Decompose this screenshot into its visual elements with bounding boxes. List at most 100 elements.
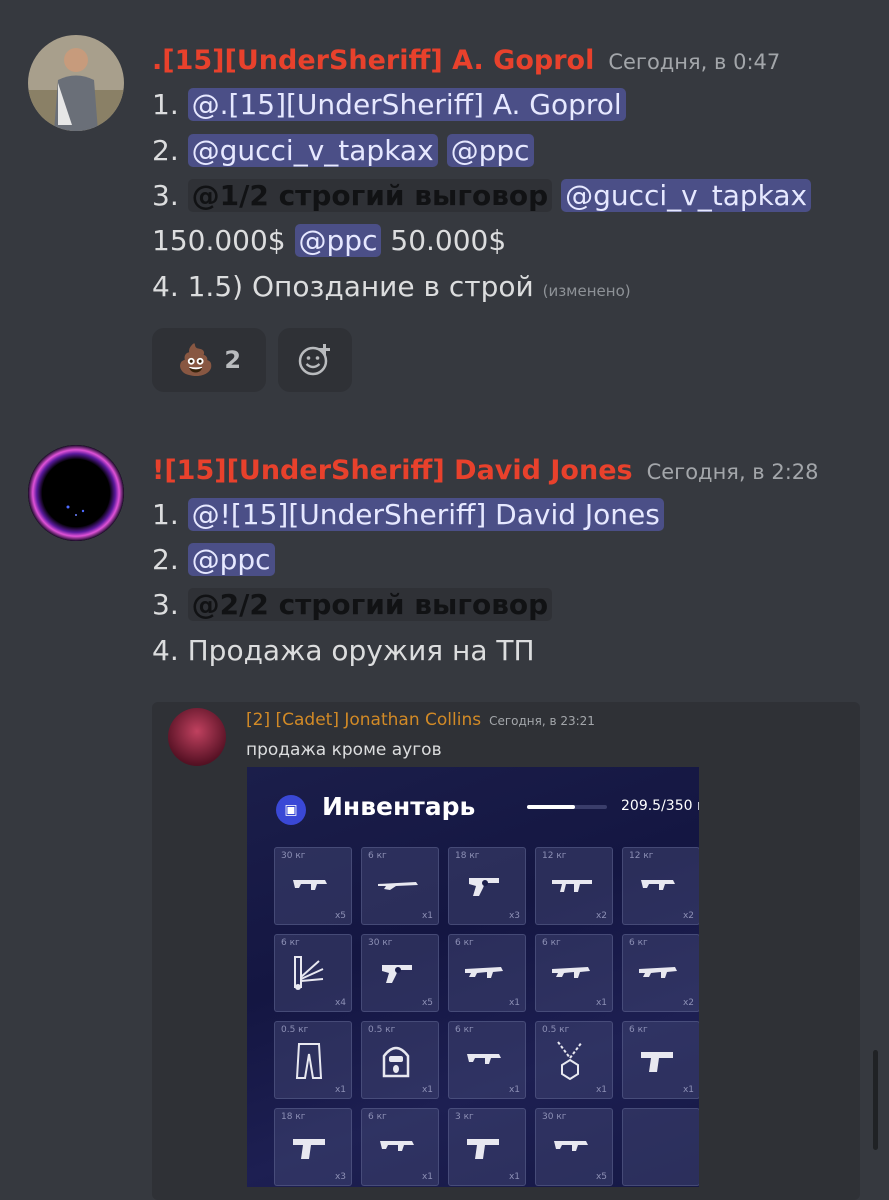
inventory-slot: 6 кг x2 — [622, 934, 699, 1012]
attached-image[interactable]: [2] [Cadet] Jonathan Collins Сегодня, в 2… — [152, 702, 860, 1200]
add-reaction-icon — [298, 344, 330, 376]
slot-quantity: x2 — [682, 998, 694, 1008]
slot-quantity: x1 — [682, 1085, 694, 1095]
slot-quantity: x3 — [334, 1172, 346, 1182]
slot-weight: 6 кг — [455, 938, 474, 948]
message-line: 3. @2/2 строгий выговор — [152, 588, 553, 621]
smg-icon — [554, 1141, 588, 1151]
inventory-slot: 6 кг x1 — [361, 847, 439, 925]
inventory-slot: 6 кг x1 — [448, 1021, 526, 1099]
weight-bar — [527, 805, 607, 809]
slot-weight: 18 кг — [455, 851, 480, 861]
smg-icon — [641, 880, 675, 890]
slot-quantity: x1 — [595, 998, 607, 1008]
message-line: 4. 1.5) Опоздание в строй (изменено) — [152, 270, 631, 303]
slot-quantity: x5 — [595, 1172, 607, 1182]
avatar[interactable] — [28, 445, 124, 541]
user-mention[interactable]: @ppc — [187, 543, 275, 576]
weight-bar-fill — [527, 805, 575, 809]
poop-emoji-icon: 💩 — [176, 342, 215, 378]
message-line: 1. @![15][UnderSheriff] David Jones — [152, 498, 664, 531]
message-line: 1. @.[15][UnderSheriff] A. Goprol — [152, 88, 626, 121]
slot-quantity: x5 — [421, 998, 433, 1008]
inventory-slot: 6 кг x1 — [622, 1021, 699, 1099]
slot-weight: 30 кг — [281, 851, 306, 861]
slot-quantity: x1 — [421, 911, 433, 921]
slot-weight: 0.5 кг — [542, 1025, 570, 1035]
necklace-icon — [557, 1041, 583, 1080]
reaction-poop[interactable]: 💩 2 — [152, 328, 266, 392]
username[interactable]: ![15][UnderSheriff] David Jones — [152, 455, 633, 486]
inventory-slot: 18 кг x3 — [274, 1108, 352, 1186]
message-header: .[15][UnderSheriff] A. Goprol Сегодня, в … — [152, 45, 780, 76]
revolver-icon — [469, 878, 499, 896]
message-header: ![15][UnderSheriff] David Jones Сегодня, … — [152, 455, 819, 486]
slot-quantity: x1 — [508, 1172, 520, 1182]
pistol-icon — [641, 1052, 673, 1072]
inventory-slot: 3 кг x1 — [448, 1108, 526, 1186]
pistol-icon — [467, 1139, 499, 1159]
rifle-icon — [378, 882, 418, 890]
username[interactable]: .[15][UnderSheriff] A. Goprol — [152, 45, 594, 76]
user-mention[interactable]: @ppc — [294, 224, 382, 257]
pistol-icon — [293, 1139, 325, 1159]
message-line: 3. @1/2 строгий выговор @gucci_v_tapkax — [152, 179, 812, 212]
weight-label: 209.5/350 кг — [621, 798, 699, 814]
slot-weight: 12 кг — [629, 851, 654, 861]
slot-weight: 30 кг — [368, 938, 393, 948]
slot-quantity: x1 — [508, 1085, 520, 1095]
message-line: 2. @gucci_v_tapkax @ppc — [152, 134, 534, 167]
slot-quantity: x1 — [421, 1172, 433, 1182]
smg-icon — [293, 880, 327, 890]
slot-quantity: x2 — [682, 911, 694, 921]
slot-quantity: x4 — [334, 998, 346, 1008]
inventory-panel: ▣ Инвентарь 209.5/350 кг 30 кг x5 6 кг x1 18… — [247, 767, 699, 1187]
inventory-slot: 6 кг x1 — [535, 934, 613, 1012]
role-mention[interactable]: @2/2 строгий выговор — [187, 588, 553, 621]
timestamp: Сегодня, в 0:47 — [608, 50, 781, 74]
revolver-icon — [382, 965, 412, 983]
inventory-slot: 0.5 кг x1 — [361, 1021, 439, 1099]
user-mention[interactable]: @.[15][UnderSheriff] A. Goprol — [187, 88, 626, 121]
avatar[interactable] — [28, 35, 124, 131]
user-mention[interactable]: @gucci_v_tapkax — [187, 134, 438, 167]
slot-quantity: x5 — [334, 911, 346, 921]
slot-quantity: x1 — [334, 1085, 346, 1095]
slot-weight: 6 кг — [455, 1025, 474, 1035]
inventory-slot: 30 кг x5 — [361, 934, 439, 1012]
backpack-icon: ▣ — [276, 795, 306, 825]
user-mention[interactable]: @ppc — [446, 134, 534, 167]
slot-weight: 6 кг — [368, 1112, 387, 1122]
slot-weight: 12 кг — [542, 851, 567, 861]
mask-icon — [382, 1046, 410, 1078]
add-reaction-button[interactable] — [278, 328, 352, 392]
slot-quantity: x2 — [595, 911, 607, 921]
message-line: 150.000$ @ppc 50.000$ — [152, 224, 507, 257]
embed-author: [2] [Cadet] Jonathan Collins Сегодня, в 2… — [246, 710, 595, 730]
inventory-slot: 12 кг x2 — [622, 847, 699, 925]
slot-quantity: x3 — [508, 911, 520, 921]
user-mention[interactable]: @![15][UnderSheriff] David Jones — [187, 498, 664, 531]
slot-weight: 0.5 кг — [368, 1025, 396, 1035]
embed-text: продажа кроме аугов — [246, 740, 442, 760]
timestamp: Сегодня, в 2:28 — [646, 460, 819, 484]
pants-icon — [295, 1043, 323, 1079]
inventory-slot: 30 кг x5 — [535, 1108, 613, 1186]
user-mention[interactable]: @gucci_v_tapkax — [561, 179, 812, 212]
embed-timestamp: Сегодня, в 23:21 — [489, 714, 595, 728]
inventory-slot — [622, 1108, 699, 1186]
slot-weight: 18 кг — [281, 1112, 306, 1122]
inventory-slot: 0.5 кг x1 — [535, 1021, 613, 1099]
slot-weight: 6 кг — [629, 1025, 648, 1035]
scrollbar[interactable] — [873, 1050, 878, 1150]
inventory-slot: 30 кг x5 — [274, 847, 352, 925]
slot-weight: 6 кг — [542, 938, 561, 948]
inventory-slot: 6 кг x1 — [448, 934, 526, 1012]
carbine-icon — [639, 967, 677, 978]
role-mention[interactable]: @1/2 строгий выговор — [187, 179, 553, 212]
slot-weight: 6 кг — [629, 938, 648, 948]
assault-rifle-icon — [552, 880, 592, 892]
carbine-icon — [552, 967, 590, 978]
inventory-slot: 0.5 кг x1 — [274, 1021, 352, 1099]
slot-quantity: x1 — [595, 1085, 607, 1095]
